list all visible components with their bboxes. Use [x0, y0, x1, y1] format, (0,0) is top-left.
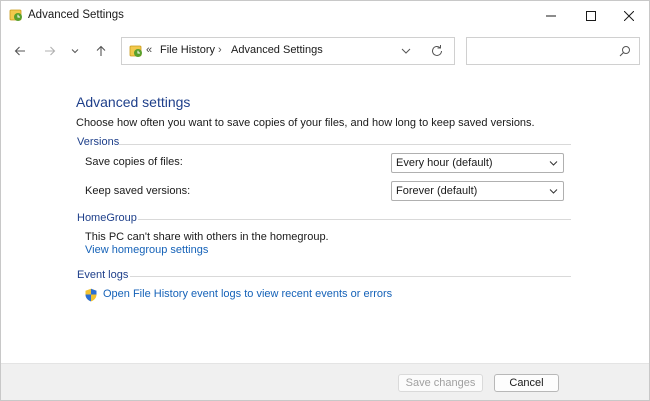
- refresh-icon: [432, 45, 442, 56]
- footer-bar: Save changes Cancel: [1, 363, 649, 400]
- overflow-chevron[interactable]: «: [146, 44, 152, 56]
- save-copies-value: Every hour (default): [396, 157, 493, 169]
- search-box[interactable]: [466, 37, 640, 65]
- file-history-icon: [9, 8, 23, 22]
- up-arrow-icon: [96, 45, 106, 56]
- forward-arrow-icon: [45, 46, 56, 56]
- versions-divider: [119, 144, 571, 145]
- address-dropdown-button[interactable]: [399, 44, 413, 58]
- breadcrumb-file-history[interactable]: File History: [160, 44, 215, 56]
- homegroup-status-text: This PC can't share with others in the h…: [85, 231, 329, 243]
- save-changes-button[interactable]: Save changes: [398, 374, 483, 392]
- chevron-down-icon: [549, 161, 558, 166]
- search-input[interactable]: [473, 43, 613, 59]
- homegroup-divider: [138, 219, 571, 220]
- keep-versions-value: Forever (default): [396, 185, 478, 197]
- title-bar: Advanced Settings: [1, 1, 649, 31]
- back-arrow-icon: [14, 46, 25, 56]
- breadcrumb-separator[interactable]: ›: [218, 44, 222, 56]
- recent-locations-button[interactable]: [65, 41, 85, 61]
- event-logs-divider: [130, 276, 571, 277]
- settings-content: Advanced settings Choose how often you w…: [1, 73, 649, 363]
- forward-button[interactable]: [40, 41, 60, 61]
- chevron-down-icon: [71, 49, 79, 54]
- versions-group-label: Versions: [77, 136, 120, 148]
- minimize-button[interactable]: [529, 1, 573, 31]
- keep-versions-select[interactable]: Forever (default): [391, 181, 564, 201]
- save-copies-label: Save copies of files:: [85, 156, 183, 168]
- page-description: Choose how often you want to save copies…: [76, 117, 535, 129]
- event-logs-group-label: Event logs: [77, 269, 129, 281]
- advanced-settings-window: Advanced Settings « File History › Advan…: [0, 0, 650, 401]
- back-button[interactable]: [10, 41, 30, 61]
- shield-icon: [84, 288, 98, 302]
- up-button[interactable]: [91, 41, 111, 61]
- page-title: Advanced settings: [76, 94, 191, 110]
- breadcrumb-advanced-settings[interactable]: Advanced Settings: [231, 44, 323, 56]
- file-history-icon: [129, 44, 143, 58]
- save-copies-select[interactable]: Every hour (default): [391, 153, 564, 173]
- search-icon[interactable]: [618, 44, 632, 58]
- cancel-button[interactable]: Cancel: [494, 374, 559, 392]
- refresh-button[interactable]: [430, 44, 444, 58]
- address-bar[interactable]: « File History › Advanced Settings: [121, 37, 455, 65]
- minimize-icon: [546, 15, 556, 17]
- close-icon: [624, 11, 634, 21]
- homegroup-group-label: HomeGroup: [77, 212, 137, 224]
- navigation-bar: « File History › Advanced Settings: [1, 31, 649, 73]
- keep-versions-label: Keep saved versions:: [85, 185, 191, 197]
- chevron-down-icon: [401, 48, 411, 54]
- view-homegroup-settings-link[interactable]: View homegroup settings: [85, 244, 208, 256]
- chevron-down-icon: [549, 189, 558, 194]
- maximize-icon: [586, 11, 596, 21]
- window-title: Advanced Settings: [28, 9, 124, 21]
- open-event-logs-link[interactable]: Open File History event logs to view rec…: [103, 288, 392, 300]
- close-button[interactable]: [607, 1, 650, 31]
